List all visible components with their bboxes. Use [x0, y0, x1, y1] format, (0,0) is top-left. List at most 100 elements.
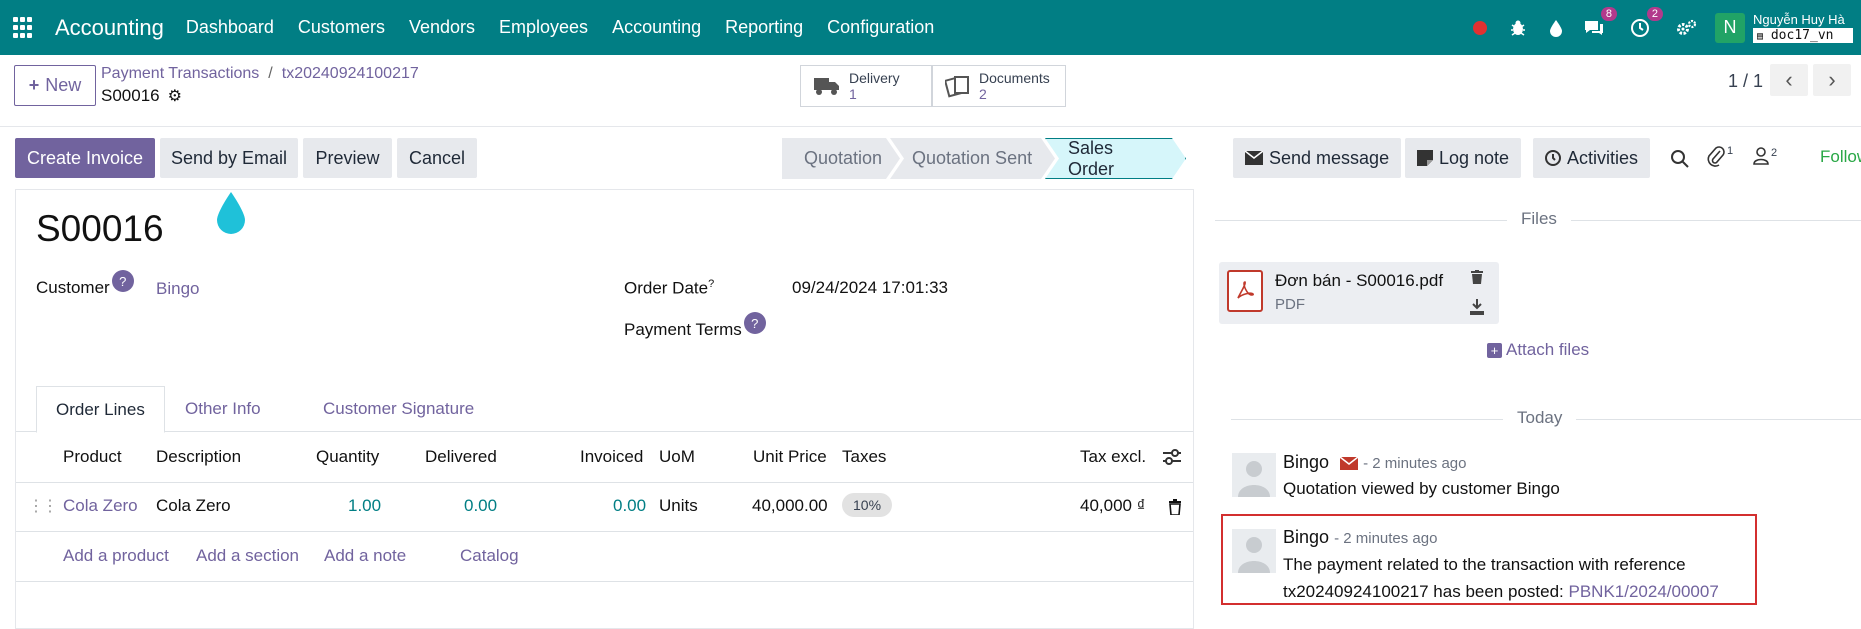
user-icon — [1753, 147, 1769, 165]
smart-button-delivery[interactable]: Delivery 1 — [800, 65, 932, 107]
new-button-label: New — [45, 75, 82, 95]
menu-accounting[interactable]: Accounting — [612, 17, 701, 38]
pager-previous-button[interactable]: ‹ — [1770, 64, 1808, 96]
followers-count: 2 — [1771, 147, 1778, 159]
apps-menu-icon[interactable] — [13, 16, 35, 39]
line-tax-badge[interactable]: 10% — [842, 493, 893, 517]
author-avatar[interactable] — [1232, 453, 1276, 497]
menu-configuration[interactable]: Configuration — [827, 17, 934, 38]
pager-next-button[interactable]: › — [1813, 64, 1851, 96]
tab-order-lines[interactable]: Order Lines — [36, 386, 165, 433]
followers-counter[interactable]: 2 — [1753, 147, 1777, 165]
breadcrumb-transaction[interactable]: tx20240924100217 — [282, 65, 419, 82]
col-delivered[interactable]: Delivered — [425, 447, 497, 467]
delete-attachment-icon[interactable] — [1471, 270, 1483, 284]
col-taxes[interactable]: Taxes — [842, 447, 886, 467]
add-product-link[interactable]: Add a product — [63, 546, 169, 566]
payment-terms-help-icon[interactable]: ? — [743, 312, 766, 334]
status-quotation[interactable]: Quotation — [782, 138, 900, 179]
smart-button-documents[interactable]: Documents 2 — [932, 65, 1066, 107]
follow-button[interactable]: Follow — [1820, 147, 1861, 167]
header-divider — [16, 482, 1193, 483]
line-unit-price[interactable]: 40,000.00 — [752, 496, 828, 516]
menu-employees[interactable]: Employees — [499, 17, 588, 38]
debug-bug-icon[interactable] — [1507, 17, 1529, 39]
preview-button[interactable]: Preview — [303, 138, 392, 178]
create-invoice-button[interactable]: Create Invoice — [15, 138, 155, 178]
line-product[interactable]: Cola Zero — [63, 496, 138, 516]
menu-customers[interactable]: Customers — [298, 17, 385, 38]
column-settings-icon[interactable] — [1162, 448, 1182, 466]
activities-count-badge: 2 — [1646, 6, 1663, 21]
catalog-link[interactable]: Catalog — [460, 546, 519, 566]
water-drop-icon[interactable] — [1545, 17, 1567, 39]
line-description[interactable]: Cola Zero — [156, 496, 231, 516]
recording-dot-icon[interactable] — [1469, 17, 1491, 39]
trash-icon[interactable] — [1168, 499, 1182, 515]
activities-clock-icon[interactable]: 2 — [1629, 6, 1663, 39]
user-name: Nguyễn Huy Hà — [1753, 12, 1845, 27]
settings-gears-icon[interactable] — [1675, 17, 1697, 39]
new-button[interactable]: + New — [14, 65, 96, 106]
attachment-card[interactable]: Đơn bán - S00016.pdf PDF — [1219, 262, 1499, 324]
menu-reporting[interactable]: Reporting — [725, 17, 803, 38]
status-sales-order[interactable]: Sales Order — [1045, 138, 1186, 179]
menu-dashboard[interactable]: Dashboard — [186, 17, 274, 38]
status-quotation-sent[interactable]: Quotation Sent — [890, 138, 1055, 179]
menu-vendors[interactable]: Vendors — [409, 17, 475, 38]
order-date-label-text: Order Date — [624, 278, 709, 298]
col-quantity[interactable]: Quantity — [316, 447, 379, 467]
attachments-count: 1 — [1727, 145, 1734, 157]
author-avatar[interactable] — [1232, 529, 1276, 573]
order-date-value[interactable]: 09/24/2024 17:01:33 — [792, 278, 948, 298]
footer-divider — [16, 581, 1193, 582]
delivery-count: 1 — [849, 86, 857, 102]
payment-entry-link[interactable]: PBNK1/2024/00007 — [1568, 582, 1718, 601]
app-brand[interactable]: Accounting — [55, 15, 164, 41]
col-invoiced[interactable]: Invoiced — [580, 447, 643, 467]
payment-terms-label: Payment Terms? — [624, 312, 766, 340]
line-delivered[interactable]: 0.00 — [464, 496, 497, 516]
add-section-link[interactable]: Add a section — [196, 546, 299, 566]
message-author[interactable]: Bingo — [1283, 527, 1329, 547]
documents-count: 2 — [979, 86, 987, 102]
message-body-line1: The payment related to the transaction w… — [1283, 555, 1686, 574]
plus-square-icon: + — [1487, 342, 1502, 358]
record-name-text: S00016 — [101, 86, 160, 105]
order-title: S00016 — [36, 208, 164, 249]
cancel-button[interactable]: Cancel — [397, 138, 477, 178]
customer-value[interactable]: Bingo — [156, 279, 199, 299]
attach-files-button[interactable]: + Attach files — [1487, 340, 1589, 360]
log-note-button[interactable]: Log note — [1405, 138, 1522, 178]
col-product[interactable]: Product — [63, 447, 122, 467]
customer-help-icon[interactable]: ? — [111, 270, 134, 292]
user-menu[interactable]: Nguyễn Huy Hà ▤ doc17_vn — [1753, 12, 1853, 43]
line-invoiced[interactable]: 0.00 — [613, 496, 646, 516]
tab-customer-signature[interactable]: Customer Signature — [304, 386, 493, 432]
tab-other-info[interactable]: Other Info — [166, 386, 280, 432]
activities-button[interactable]: Activities — [1533, 138, 1651, 178]
gear-icon[interactable]: ⚙ — [168, 86, 182, 106]
add-note-link[interactable]: Add a note — [324, 546, 406, 566]
user-avatar[interactable]: N — [1715, 12, 1745, 43]
message-author[interactable]: Bingo — [1283, 452, 1329, 472]
log-note-label: Log note — [1439, 147, 1510, 168]
line-quantity[interactable]: 1.00 — [348, 496, 381, 516]
breadcrumb-payment-transactions[interactable]: Payment Transactions — [101, 65, 259, 82]
messages-icon[interactable]: 8 — [1583, 6, 1617, 39]
col-unit-price[interactable]: Unit Price — [753, 447, 827, 467]
send-message-button[interactable]: Send message — [1233, 138, 1402, 178]
customer-label: Customer? — [36, 270, 134, 298]
col-tax-excl[interactable]: Tax excl. — [1080, 447, 1146, 467]
order-date-help-sup[interactable]: ? — [708, 278, 714, 290]
send-by-email-button[interactable]: Send by Email — [160, 138, 298, 178]
drag-handle-icon[interactable]: ⋮⋮ — [28, 496, 58, 516]
cursor-drop-icon — [217, 192, 245, 234]
col-description[interactable]: Description — [156, 447, 241, 467]
col-uom[interactable]: UoM — [659, 447, 695, 467]
pager-value[interactable]: 1 / 1 — [1728, 71, 1763, 92]
download-icon[interactable] — [1470, 299, 1484, 315]
attachments-counter[interactable]: 1 — [1707, 145, 1733, 167]
line-uom[interactable]: Units — [659, 496, 698, 516]
search-icon[interactable] — [1670, 149, 1690, 169]
